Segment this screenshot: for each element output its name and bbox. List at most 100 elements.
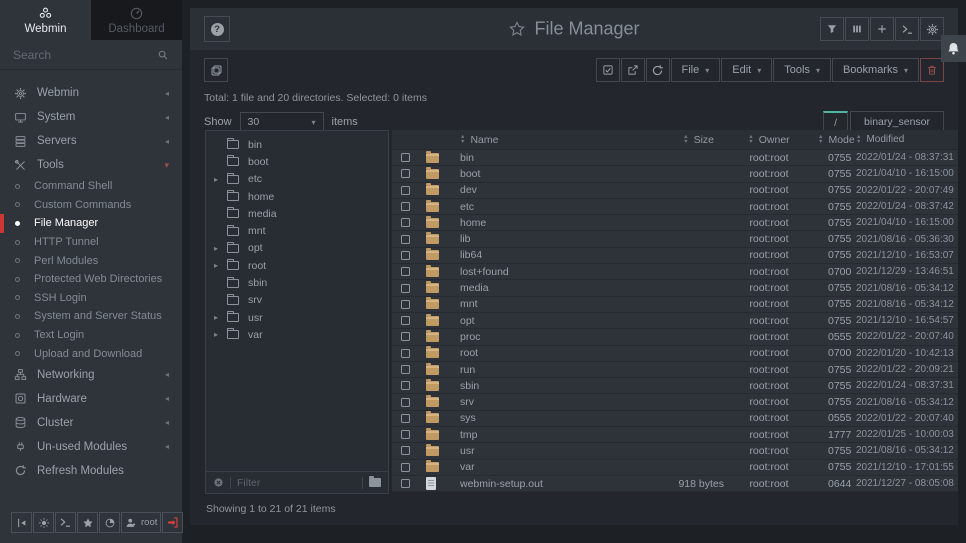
tree-filter-input[interactable]: Filter (206, 471, 388, 493)
sidebar-category-hardware[interactable]: Hardware◂ (0, 387, 182, 411)
table-row-opt[interactable]: optroot:root07552021/12/10 - 16:54:57 (392, 313, 958, 329)
user-menu-button[interactable]: root (121, 512, 161, 533)
sidebar-category-networking[interactable]: Networking◂ (0, 363, 182, 387)
theme-brightness-button[interactable] (33, 512, 54, 533)
file-name[interactable]: lost+found (452, 264, 642, 279)
columns-button[interactable] (845, 17, 869, 41)
tree-item-opt[interactable]: ▸opt (206, 240, 388, 257)
tree-item-sbin[interactable]: sbin (206, 274, 388, 291)
column-header-owner[interactable]: ▲▼ Owner (732, 130, 806, 149)
table-row-bin[interactable]: binroot:root07552022/01/24 - 08:37:31 (392, 150, 958, 166)
row-checkbox[interactable] (392, 313, 418, 328)
row-checkbox[interactable] (392, 329, 418, 344)
sidebar-category-cluster[interactable]: Cluster◂ (0, 411, 182, 435)
file-name[interactable]: root (452, 346, 642, 361)
sidebar-item-text-login[interactable]: Text Login (0, 326, 182, 345)
table-row-media[interactable]: mediaroot:root07552021/08/16 - 05:34:12 (392, 280, 958, 296)
help-button[interactable]: ? (204, 16, 230, 42)
table-row-root[interactable]: rootroot:root07002022/01/20 - 10:42:13 (392, 346, 958, 362)
logout-button[interactable] (162, 512, 183, 533)
table-row-home[interactable]: homeroot:root07552021/04/10 - 16:15:00 (392, 215, 958, 231)
file-name[interactable]: webmin-setup.out (452, 476, 642, 491)
file-name[interactable]: opt (452, 313, 642, 328)
sidebar-search-input[interactable]: Search (0, 40, 182, 70)
sidebar-item-custom-commands[interactable]: Custom Commands (0, 196, 182, 215)
row-checkbox[interactable] (392, 166, 418, 181)
tree-item-root[interactable]: ▸root (206, 257, 388, 274)
tree-item-etc[interactable]: ▸etc (206, 171, 388, 188)
tree-item-home[interactable]: home (206, 188, 388, 205)
table-row-tmp[interactable]: tmproot:root17772022/01/25 - 10:00:03 (392, 427, 958, 443)
table-row-run[interactable]: runroot:root07552022/01/22 - 20:09:21 (392, 362, 958, 378)
row-checkbox[interactable] (392, 199, 418, 214)
menu-edit-button[interactable]: Edit▾ (721, 58, 772, 82)
row-checkbox[interactable] (392, 427, 418, 442)
table-row-proc[interactable]: procroot:root05552022/01/22 - 20:07:40 (392, 329, 958, 345)
row-checkbox[interactable] (392, 183, 418, 198)
favorites-button[interactable] (77, 512, 98, 533)
row-checkbox[interactable] (392, 231, 418, 246)
column-header-mode[interactable]: ▲▼ Mode (806, 130, 856, 149)
column-header-size[interactable]: ▲▼ Size (642, 130, 732, 149)
search-icon[interactable] (157, 49, 169, 61)
tab-dashboard[interactable]: Dashboard (91, 0, 182, 40)
file-name[interactable]: run (452, 362, 642, 377)
select-all-button[interactable] (596, 58, 620, 82)
column-header-modified[interactable]: ▲▼ Modified (856, 130, 958, 149)
table-row-lib[interactable]: libroot:root07552021/08/16 - 05:36:30 (392, 231, 958, 247)
sidebar-item-perl-modules[interactable]: Perl Modules (0, 251, 182, 270)
row-checkbox[interactable] (392, 362, 418, 377)
table-row-srv[interactable]: srvroot:root07552021/08/16 - 05:34:12 (392, 394, 958, 410)
sidebar-category-system[interactable]: System◂ (0, 105, 182, 129)
sidebar-category-un-used-modules[interactable]: Un-used Modules◂ (0, 435, 182, 459)
file-name[interactable]: sbin (452, 378, 642, 393)
sidebar-category-webmin[interactable]: Webmin◂ (0, 81, 182, 105)
new-tab-button[interactable] (204, 58, 228, 82)
tree-expand-icon[interactable]: ▸ (214, 330, 227, 339)
table-row-boot[interactable]: bootroot:root07552021/04/10 - 16:15:00 (392, 166, 958, 182)
table-row-lost-found[interactable]: lost+foundroot:root07002021/12/29 - 13:4… (392, 264, 958, 280)
sidebar-item-protected-web-directories[interactable]: Protected Web Directories (0, 270, 182, 289)
tree-item-bin[interactable]: bin (206, 136, 388, 153)
table-row-sys[interactable]: sysroot:root05552022/01/22 - 20:07:40 (392, 411, 958, 427)
file-name[interactable]: boot (452, 166, 642, 181)
row-checkbox[interactable] (392, 150, 418, 165)
tree-expand-icon[interactable]: ▸ (214, 175, 227, 184)
page-size-select[interactable]: 30 ▾ (240, 112, 324, 132)
sidebar-item-file-manager[interactable]: File Manager (0, 214, 182, 233)
row-checkbox[interactable] (392, 264, 418, 279)
clear-filter-icon[interactable] (213, 477, 224, 488)
row-checkbox[interactable] (392, 346, 418, 361)
favorite-star-icon[interactable] (508, 21, 525, 38)
file-name[interactable]: srv (452, 394, 642, 409)
row-checkbox[interactable] (392, 297, 418, 312)
table-row-dev[interactable]: devroot:root07552022/01/22 - 20:07:49 (392, 183, 958, 199)
file-name[interactable]: etc (452, 199, 642, 214)
table-row-lib64[interactable]: lib64root:root07552021/12/10 - 16:53:07 (392, 248, 958, 264)
row-checkbox[interactable] (392, 248, 418, 263)
folder-icon[interactable] (369, 478, 381, 487)
file-name[interactable]: proc (452, 329, 642, 344)
sidebar-category-tools[interactable]: Tools▾ (0, 153, 182, 177)
tree-item-boot[interactable]: boot (206, 153, 388, 170)
sidebar-item-system-and-server-status[interactable]: System and Server Status (0, 307, 182, 326)
tree-expand-icon[interactable]: ▸ (214, 313, 227, 322)
notifications-button[interactable] (941, 35, 966, 62)
filter-button[interactable] (820, 17, 844, 41)
tree-expand-icon[interactable]: ▸ (214, 261, 227, 270)
row-checkbox[interactable] (392, 476, 418, 491)
refresh-button[interactable] (646, 58, 670, 82)
sidebar-category-refresh-modules[interactable]: Refresh Modules (0, 459, 182, 483)
row-checkbox[interactable] (392, 378, 418, 393)
table-row-usr[interactable]: usrroot:root07552021/08/16 - 05:34:12 (392, 443, 958, 459)
file-name[interactable]: mnt (452, 297, 642, 312)
theme-palette-button[interactable] (99, 512, 120, 533)
menu-tools-button[interactable]: Tools▾ (773, 58, 831, 82)
row-checkbox[interactable] (392, 443, 418, 458)
sidebar-item-http-tunnel[interactable]: HTTP Tunnel (0, 233, 182, 252)
sidebar-item-ssh-login[interactable]: SSH Login (0, 289, 182, 308)
export-button[interactable] (621, 58, 645, 82)
tree-item-mnt[interactable]: mnt (206, 222, 388, 239)
terminal-button[interactable] (895, 17, 919, 41)
tree-item-media[interactable]: media (206, 205, 388, 222)
